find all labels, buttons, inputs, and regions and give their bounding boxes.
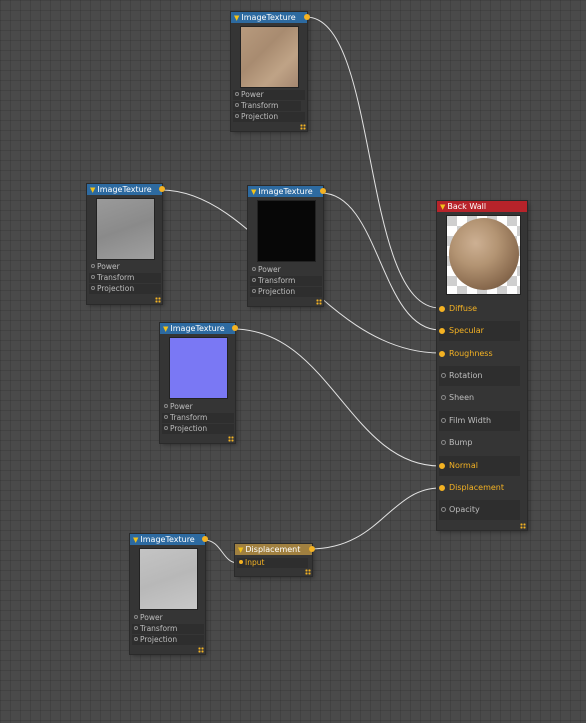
triangle-down-icon[interactable]: ▼: [251, 188, 256, 196]
node-title: Back Wall: [447, 202, 487, 211]
input-roughness[interactable]: Roughness: [439, 344, 520, 364]
param-transform[interactable]: Transform: [162, 413, 234, 423]
texture-thumbnail-wood: [240, 26, 299, 88]
param-projection[interactable]: Projection: [132, 635, 204, 645]
node-header[interactable]: ▼ ImageTexture: [231, 12, 310, 23]
wire-displacement-input: [203, 539, 239, 564]
input-opacity[interactable]: Opacity: [439, 500, 520, 520]
wire-diffuse: [305, 16, 441, 309]
texture-thumbnail-light-gray: [139, 548, 198, 610]
input-specular[interactable]: Specular: [439, 321, 520, 341]
node-header[interactable]: ▼ ImageTexture: [130, 534, 208, 545]
param-transform[interactable]: Transform: [89, 273, 161, 283]
node-header[interactable]: ▼ Back Wall: [437, 201, 527, 212]
texture-thumbnail-gray: [96, 198, 155, 260]
node-title: ImageTexture: [140, 535, 195, 544]
resize-grip-icon[interactable]: [228, 436, 234, 442]
param-transform[interactable]: Transform: [132, 624, 204, 634]
input-normal[interactable]: Normal: [439, 456, 520, 476]
wire-specular: [320, 192, 441, 331]
output-port[interactable]: [202, 536, 208, 542]
node-title: ImageTexture: [170, 324, 225, 333]
node-header[interactable]: ▼ Displacement: [235, 544, 315, 555]
param-projection[interactable]: Projection: [162, 424, 234, 434]
param-power[interactable]: Power: [250, 265, 322, 275]
texture-thumbnail-normal-map: [169, 337, 228, 399]
param-projection[interactable]: Projection: [250, 287, 322, 297]
input-diffuse[interactable]: Diffuse: [439, 299, 520, 319]
output-port[interactable]: [320, 188, 326, 194]
input-port-input[interactable]: Input: [237, 558, 308, 568]
param-power[interactable]: Power: [162, 402, 234, 412]
image-texture-node-top[interactable]: ▼ ImageTexture Power Transform Projection: [231, 12, 310, 131]
param-power[interactable]: Power: [89, 262, 161, 272]
material-preview-sphere: [446, 215, 521, 295]
wire-normal: [232, 328, 441, 467]
node-title: ImageTexture: [97, 185, 152, 194]
node-title: ImageTexture: [241, 13, 296, 22]
resize-grip-icon[interactable]: [316, 299, 322, 305]
node-header[interactable]: ▼ ImageTexture: [87, 184, 165, 195]
node-title: Displacement: [245, 545, 301, 554]
image-texture-node-normal[interactable]: ▼ ImageTexture Power Transform Projection: [160, 323, 238, 443]
triangle-down-icon[interactable]: ▼: [440, 203, 445, 211]
param-transform[interactable]: Transform: [250, 276, 322, 286]
param-transform[interactable]: Transform: [233, 101, 301, 111]
input-displacement[interactable]: Displacement: [439, 478, 520, 498]
input-bump[interactable]: Bump: [439, 433, 520, 453]
param-projection[interactable]: Projection: [233, 112, 305, 122]
resize-grip-icon[interactable]: [198, 647, 204, 653]
resize-grip-icon[interactable]: [520, 523, 526, 529]
wire-displacement: [309, 487, 441, 550]
image-texture-node-middle[interactable]: ▼ ImageTexture Power Transform Projection: [248, 186, 326, 306]
material-node-back-wall[interactable]: ▼ Back Wall Diffuse Specular Roughness Ro…: [437, 201, 527, 530]
output-port[interactable]: [232, 325, 238, 331]
output-port[interactable]: [309, 546, 315, 552]
resize-grip-icon[interactable]: [305, 569, 311, 575]
node-header[interactable]: ▼ ImageTexture: [248, 186, 326, 197]
resize-grip-icon[interactable]: [300, 124, 306, 130]
input-sheen[interactable]: Sheen: [439, 388, 520, 408]
image-texture-node-left[interactable]: ▼ ImageTexture Power Transform Projection: [87, 184, 165, 304]
input-rotation[interactable]: Rotation: [439, 366, 520, 386]
displacement-node[interactable]: ▼ Displacement Input: [235, 544, 315, 576]
node-header[interactable]: ▼ ImageTexture: [160, 323, 238, 334]
triangle-down-icon[interactable]: ▼: [234, 14, 239, 22]
triangle-down-icon[interactable]: ▼: [90, 186, 95, 194]
triangle-down-icon[interactable]: ▼: [133, 536, 138, 544]
param-power[interactable]: Power: [233, 90, 305, 100]
node-title: ImageTexture: [258, 187, 313, 196]
output-port[interactable]: [304, 14, 310, 20]
texture-thumbnail-black: [257, 200, 316, 262]
input-film-width[interactable]: Film Width: [439, 411, 520, 431]
param-projection[interactable]: Projection: [89, 284, 161, 294]
triangle-down-icon[interactable]: ▼: [238, 546, 243, 554]
image-texture-node-bottom[interactable]: ▼ ImageTexture Power Transform Projection: [130, 534, 208, 654]
preview-sphere: [449, 218, 519, 290]
param-power[interactable]: Power: [132, 613, 204, 623]
triangle-down-icon[interactable]: ▼: [163, 325, 168, 333]
output-port[interactable]: [159, 186, 165, 192]
resize-grip-icon[interactable]: [155, 297, 161, 303]
